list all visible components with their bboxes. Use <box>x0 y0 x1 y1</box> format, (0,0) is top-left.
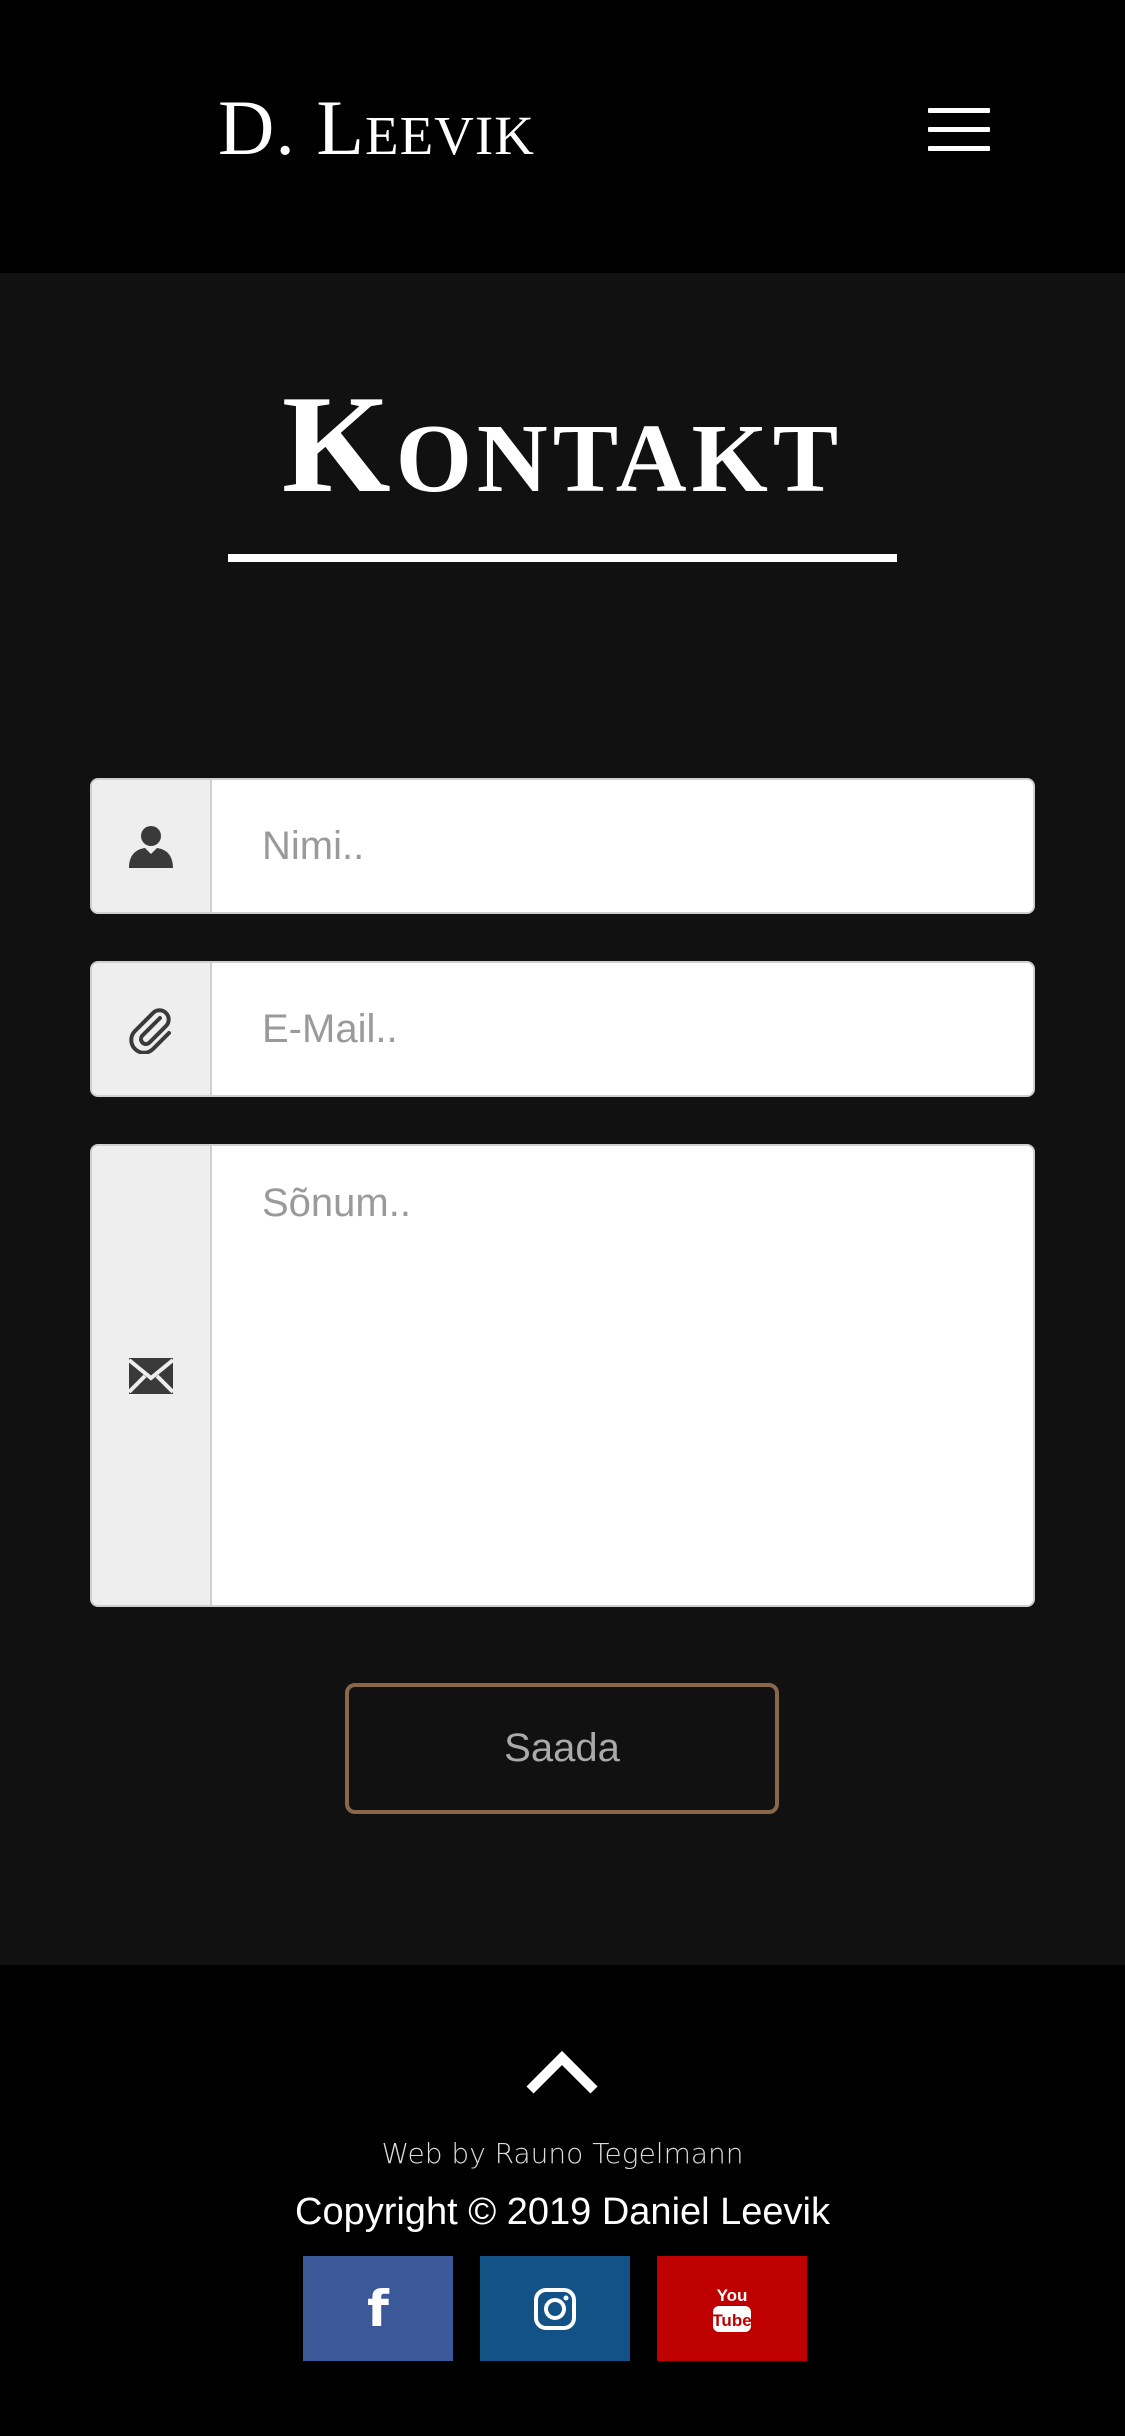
email-field-addon <box>92 963 212 1095</box>
name-input[interactable] <box>214 780 1033 912</box>
hamburger-menu-button[interactable] <box>924 106 994 156</box>
message-field <box>90 1144 1035 1607</box>
svg-text:Tube: Tube <box>712 2311 751 2330</box>
chevron-up-icon <box>526 2050 598 2094</box>
youtube-icon: You Tube <box>712 2286 752 2332</box>
copyright-text: Copyright © 2019 Daniel Leevik <box>295 2191 830 2233</box>
message-field-addon <box>92 1146 212 1605</box>
back-to-top-button[interactable] <box>524 2046 600 2096</box>
brand-logo[interactable]: D. Leevik <box>218 88 535 168</box>
email-field <box>90 961 1035 1097</box>
facebook-button[interactable]: f <box>303 2256 453 2361</box>
credit-text: Web by Rauno Tegelmann <box>381 2137 744 2170</box>
hamburger-menu-bar <box>928 127 990 132</box>
svg-text:You: You <box>717 2286 748 2305</box>
instagram-button[interactable] <box>480 2256 630 2361</box>
instagram-icon <box>534 2287 576 2330</box>
email-input[interactable] <box>214 963 1033 1095</box>
youtube-button[interactable]: You Tube <box>657 2256 807 2361</box>
message-textarea[interactable] <box>214 1146 1033 1605</box>
site-header: D. Leevik <box>0 0 1125 273</box>
paperclip-icon <box>129 1008 171 1054</box>
send-button[interactable]: Saada <box>345 1683 779 1814</box>
title-underline <box>228 554 897 562</box>
name-field-addon <box>92 780 212 912</box>
envelope-icon <box>127 1357 175 1394</box>
hamburger-menu-icon <box>928 108 990 113</box>
facebook-icon: f <box>367 2279 389 2338</box>
hamburger-menu-bar <box>928 146 990 151</box>
user-icon <box>129 826 173 868</box>
name-field <box>90 778 1035 914</box>
page-title: Kontakt <box>281 367 844 522</box>
